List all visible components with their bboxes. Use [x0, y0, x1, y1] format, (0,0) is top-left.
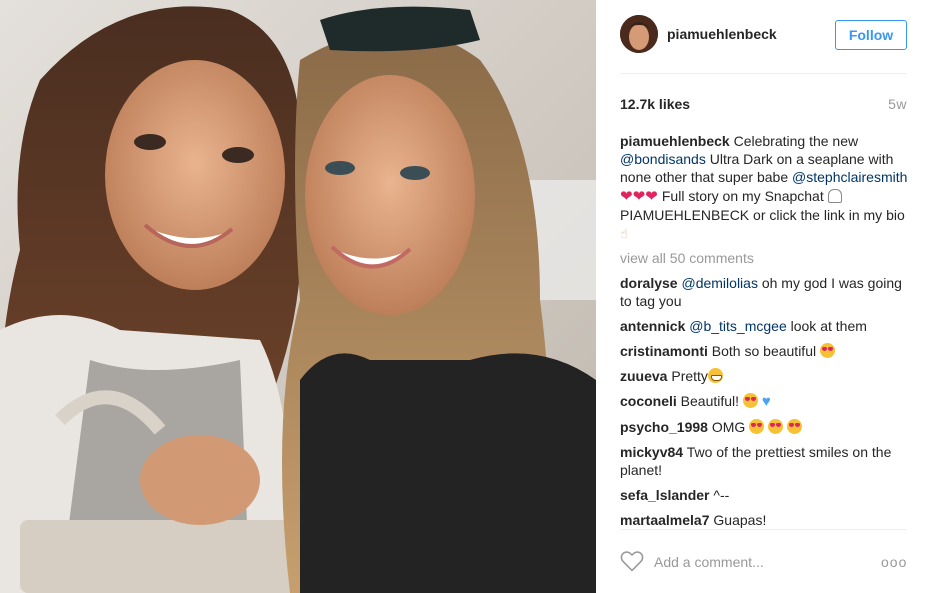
heart-outline-icon[interactable] [620, 550, 644, 572]
blue-heart-icon: ♥ [761, 393, 771, 410]
post-photo-art [0, 0, 596, 593]
heart-eyes-emoji-icon [768, 419, 784, 434]
comment-item: martaalmela7 Guapas! [620, 511, 910, 529]
comment-footer: ooo [620, 548, 907, 578]
post-time[interactable]: 5w [888, 96, 907, 112]
comment-text: Pretty [667, 368, 708, 384]
caption-text: Full story on my Snapchat [661, 188, 828, 204]
comment-text: OMG [707, 419, 750, 435]
heart-eyes-emoji-icon [749, 419, 765, 434]
likes-count[interactable]: 12.7k likes [620, 96, 690, 112]
comment-username[interactable]: zuueva [620, 368, 667, 384]
heart-eyes-emoji-icon [819, 343, 835, 358]
post-side-panel: piamuehlenbeck Follow 12.7k likes 5w pia… [596, 0, 927, 593]
heart-outline-icon-graphic [620, 551, 644, 572]
red-hearts-icon: ❤❤❤ [620, 188, 662, 205]
divider [620, 529, 907, 530]
comment-item: sefa_lslander ^-- [620, 486, 910, 504]
comment-text: Guapas! [709, 512, 767, 528]
comment-item: psycho_1998 OMG [620, 418, 910, 436]
comment-item: coconeli Beautiful! ♥ [620, 392, 910, 411]
pointing-finger-icon: ☝ [620, 226, 628, 241]
grimacing-emoji-icon [707, 368, 723, 383]
comment-username[interactable]: mickyv84 [620, 444, 683, 460]
comment-username[interactable]: coconeli [620, 393, 677, 409]
caption-text: PIAMUEHLENBECK or click the link in my b… [620, 207, 905, 223]
comment-item: mickyv84 Two of the prettiest smiles on … [620, 443, 910, 479]
view-all-comments-link[interactable]: view all 50 comments [620, 249, 910, 267]
comment-username[interactable]: psycho_1998 [620, 419, 708, 435]
snapchat-ghost-icon [827, 189, 842, 203]
caption-username[interactable]: piamuehlenbeck [620, 133, 730, 149]
comment-username[interactable]: martaalmela7 [620, 512, 710, 528]
comment-item: doralyse @demilolias oh my god I was goi… [620, 274, 910, 310]
comment-item: zuueva Pretty [620, 367, 910, 385]
caption-mention[interactable]: @bondisands [620, 151, 706, 167]
comment-item: antennick @b_tits_mcgee look at them [620, 317, 910, 335]
comments-list: piamuehlenbeck Celebrating the new @bond… [620, 132, 910, 536]
follow-button[interactable]: Follow [835, 20, 907, 50]
avatar[interactable] [620, 15, 658, 53]
comment-username[interactable]: sefa_lslander [620, 487, 710, 503]
header-username[interactable]: piamuehlenbeck [667, 26, 777, 42]
caption-mention[interactable]: @stephclairesmith [792, 169, 907, 185]
comment-username[interactable]: doralyse [620, 275, 678, 291]
comment-mention[interactable]: @b_tits_mcgee [689, 318, 786, 334]
comment-input[interactable] [654, 552, 864, 572]
post-photo[interactable] [0, 0, 596, 593]
divider [620, 73, 907, 74]
avatar-image [620, 15, 658, 53]
comment-username[interactable]: cristinamonti [620, 343, 708, 359]
comment-text: Beautiful! [676, 393, 743, 409]
comment-mention[interactable]: @demilolias [681, 275, 757, 291]
comment-item: cristinamonti Both so beautiful [620, 342, 910, 360]
comment-text: ^-- [709, 487, 730, 503]
heart-eyes-emoji-icon [786, 419, 802, 434]
caption-text: Celebrating the new [729, 133, 859, 149]
instagram-post: piamuehlenbeck Follow 12.7k likes 5w pia… [0, 0, 927, 593]
post-header: piamuehlenbeck Follow [620, 14, 907, 55]
post-meta: 12.7k likes 5w [620, 96, 907, 112]
comment-text: Both so beautiful [707, 343, 820, 359]
caption: piamuehlenbeck Celebrating the new @bond… [620, 132, 910, 243]
heart-eyes-emoji-icon [742, 393, 758, 408]
comment-text: look at them [786, 318, 867, 334]
more-options-icon[interactable]: ooo [881, 552, 907, 572]
comment-username[interactable]: antennick [620, 318, 685, 334]
